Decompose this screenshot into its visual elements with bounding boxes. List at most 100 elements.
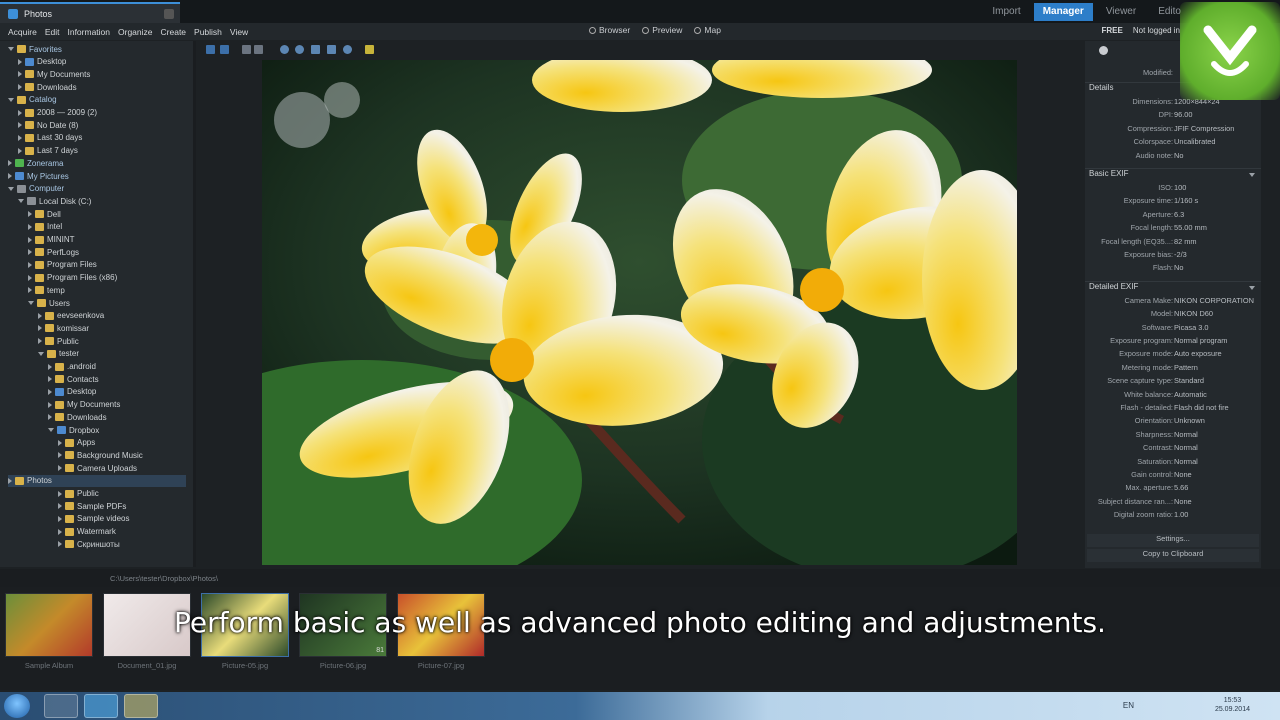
collapse-arrow-icon[interactable] <box>48 401 52 408</box>
expand-arrow-icon[interactable] <box>8 47 14 51</box>
layout-single-icon[interactable] <box>311 45 320 54</box>
collapse-arrow-icon[interactable] <box>28 236 32 243</box>
tree-item[interactable]: Zonerama <box>8 157 63 169</box>
tree-item[interactable]: Apps <box>58 437 95 449</box>
menu-create[interactable]: Create <box>157 27 191 37</box>
detailed-exif-value[interactable]: Normal <box>1174 457 1198 466</box>
close-tab-icon[interactable] <box>164 8 174 19</box>
collapse-arrow-icon[interactable] <box>8 477 12 484</box>
tree-item[interactable]: Downloads <box>48 411 107 423</box>
collapse-arrow-icon[interactable] <box>48 414 52 421</box>
menu-acquire[interactable]: Acquire <box>4 27 41 37</box>
filmstrip-thumbnail[interactable] <box>201 593 289 657</box>
collapse-arrow-icon[interactable] <box>28 223 32 230</box>
expand-arrow-icon[interactable] <box>28 301 34 305</box>
settings-button[interactable]: Settings... <box>1087 534 1259 547</box>
system-clock[interactable]: 15:53 25.09.2014 <box>1215 696 1250 714</box>
collapse-arrow-icon[interactable] <box>18 71 22 78</box>
login-status[interactable]: Not logged in <box>1133 26 1180 35</box>
actual-size-icon[interactable] <box>254 45 263 54</box>
expand-arrow-icon[interactable] <box>18 199 24 204</box>
collapse-arrow-icon[interactable] <box>58 541 62 548</box>
collapse-arrow-icon[interactable] <box>18 109 22 116</box>
detailed-exif-value[interactable]: NIKON D60 <box>1174 309 1213 318</box>
detailed-exif-header[interactable]: Detailed EXIF <box>1085 280 1261 294</box>
collapse-arrow-icon[interactable] <box>28 274 32 281</box>
tree-item[interactable]: My Pictures <box>8 170 69 182</box>
tree-item[interactable]: Catalog <box>8 94 57 106</box>
taskbar-explorer-icon[interactable] <box>124 694 158 718</box>
tree-item[interactable]: Watermark <box>58 526 116 538</box>
collapse-arrow-icon[interactable] <box>28 287 32 294</box>
collapse-arrow-icon[interactable] <box>48 363 52 370</box>
filmstrip-thumbnail[interactable] <box>103 593 191 657</box>
collapse-arrow-icon[interactable] <box>28 249 32 256</box>
view-preview[interactable]: Preview <box>638 24 686 36</box>
taskbar-zoner-icon[interactable] <box>44 694 78 718</box>
collapse-arrow-icon[interactable] <box>58 439 62 446</box>
photo-frangipani[interactable] <box>262 60 1017 565</box>
details-value[interactable]: No <box>1174 151 1183 160</box>
tree-item[interactable]: 2008 — 2009 (2) <box>18 107 97 119</box>
tree-item[interactable]: Program Files (x86) <box>28 272 117 284</box>
collapse-arrow-icon[interactable] <box>8 160 12 167</box>
basic-exif-value[interactable]: 6.3 <box>1174 210 1184 219</box>
basic-exif-header[interactable]: Basic EXIF <box>1085 168 1261 181</box>
back-icon[interactable] <box>206 45 215 54</box>
tree-item[interactable]: Photos <box>8 474 186 487</box>
detailed-exif-value[interactable]: None <box>1174 470 1192 479</box>
tab-photos[interactable]: Photos <box>0 2 180 23</box>
collapse-arrow-icon[interactable] <box>58 452 62 459</box>
tree-item[interactable]: temp <box>28 284 65 296</box>
basic-exif-value[interactable]: -2/3 <box>1174 250 1187 259</box>
menu-information[interactable]: Information <box>63 27 114 37</box>
start-button[interactable] <box>4 694 30 718</box>
collapse-arrow-icon[interactable] <box>38 312 42 319</box>
collapse-arrow-icon[interactable] <box>38 325 42 332</box>
details-value[interactable]: Uncalibrated <box>1174 137 1216 146</box>
view-map[interactable]: Map <box>690 24 725 36</box>
panel-info-icon[interactable] <box>1099 46 1108 55</box>
taskbar-ie-icon[interactable] <box>84 694 118 718</box>
collapse-arrow-icon[interactable] <box>58 528 62 535</box>
basic-exif-value[interactable]: 100 <box>1174 183 1186 192</box>
filmstrip-thumbnail[interactable] <box>5 593 93 657</box>
detailed-exif-value[interactable]: Standard <box>1174 376 1204 385</box>
expand-arrow-icon[interactable] <box>38 351 44 356</box>
info-panel-scrollbar[interactable] <box>1263 41 1280 568</box>
view-browser[interactable]: Browser <box>585 24 634 36</box>
tree-item[interactable]: Last 30 days <box>18 132 82 144</box>
collapse-arrow-icon[interactable] <box>28 261 32 268</box>
detailed-exif-value[interactable]: Normal <box>1174 443 1198 452</box>
tree-item[interactable]: Local Disk (C:) <box>18 195 91 207</box>
collapse-arrow-icon[interactable] <box>18 134 22 141</box>
tree-item[interactable]: Favorites <box>8 43 62 55</box>
collapse-arrow-icon[interactable] <box>48 388 52 395</box>
collapse-arrow-icon[interactable] <box>48 376 52 383</box>
detailed-exif-value[interactable]: 1.00 <box>1174 510 1188 519</box>
zoom-in-icon[interactable] <box>280 45 289 54</box>
tree-item[interactable]: Sample PDFs <box>58 500 126 512</box>
expand-arrow-icon[interactable] <box>48 428 54 432</box>
tree-item[interactable]: No Date (8) <box>18 119 78 131</box>
detailed-exif-value[interactable]: Automatic <box>1174 390 1207 399</box>
detailed-exif-value[interactable]: Auto exposure <box>1174 349 1222 358</box>
tree-item[interactable]: Скриншоты <box>58 538 120 550</box>
tree-item[interactable]: MININT <box>28 234 75 246</box>
tree-item[interactable]: Users <box>28 297 70 309</box>
detailed-exif-value[interactable]: Flash did not fire <box>1174 403 1229 412</box>
collapse-arrow-icon[interactable] <box>18 58 22 65</box>
chevron-down-icon[interactable] <box>1249 285 1255 290</box>
tree-item[interactable]: My Documents <box>18 68 90 80</box>
language-indicator[interactable]: EN <box>1123 701 1134 710</box>
tree-item[interactable]: Camera Uploads <box>58 462 137 474</box>
tree-item[interactable]: Last 7 days <box>18 145 78 157</box>
collapse-arrow-icon[interactable] <box>58 490 62 497</box>
tree-item[interactable]: Public <box>58 488 99 500</box>
basic-exif-value[interactable]: No <box>1174 263 1183 272</box>
tree-item[interactable]: My Documents <box>48 399 120 411</box>
tree-item[interactable]: Desktop <box>48 386 96 398</box>
forward-icon[interactable] <box>220 45 229 54</box>
tree-item[interactable]: Intel <box>28 221 62 233</box>
info-icon[interactable] <box>365 45 374 54</box>
